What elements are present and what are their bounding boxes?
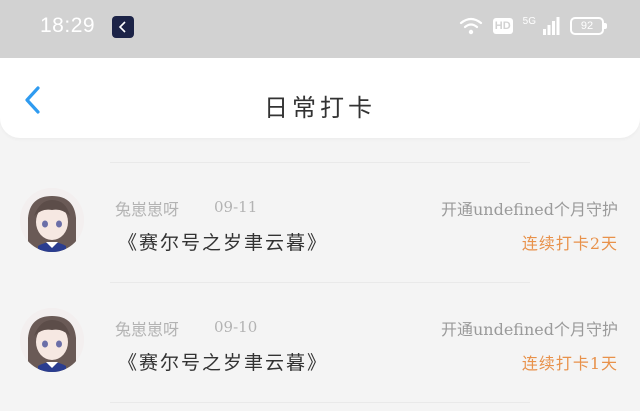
divider — [110, 282, 530, 283]
wifi-icon — [459, 17, 482, 35]
record-guard-text: 开通undefined个月守护 — [440, 320, 618, 339]
battery-icon: 92 — [570, 17, 607, 35]
hd-badge-icon: HD — [492, 18, 513, 34]
record-guard-text: 开通undefined个月守护 — [440, 200, 618, 219]
battery-level: 92 — [580, 20, 594, 32]
record-title: 《赛尔号之岁聿云暮》 — [118, 352, 329, 374]
avatar[interactable] — [20, 308, 84, 372]
network-type-label: 5G — [522, 15, 536, 27]
record-date: 09-10 — [214, 318, 258, 336]
checkin-record[interactable]: 兔崽崽呀 09-11 开通undefined个月守护 《赛尔号之岁聿云暮》 连续… — [0, 170, 640, 280]
signal-icon — [543, 17, 560, 35]
record-title: 《赛尔号之岁聿云暮》 — [118, 232, 329, 254]
avatar[interactable] — [20, 188, 84, 252]
divider — [110, 402, 530, 403]
page-title: 日常打卡 — [264, 94, 376, 122]
record-nickname: 兔崽崽呀 — [115, 320, 180, 339]
status-bar: 18:29 HD 5G 92 — [0, 0, 640, 58]
record-streak: 连续打卡1天 — [521, 354, 618, 373]
divider — [110, 162, 530, 163]
checkin-record[interactable]: 兔崽崽呀 09-10 开通undefined个月守护 《赛尔号之岁聿云暮》 连续… — [0, 290, 640, 400]
app-notification-icon — [112, 16, 134, 38]
status-time: 18:29 — [40, 14, 96, 37]
nav-bar: 日常打卡 — [0, 58, 640, 138]
status-icons: HD 5G 92 — [459, 15, 607, 35]
record-nickname: 兔崽崽呀 — [115, 200, 180, 219]
record-date: 09-11 — [214, 198, 258, 216]
record-streak: 连续打卡2天 — [521, 234, 618, 253]
